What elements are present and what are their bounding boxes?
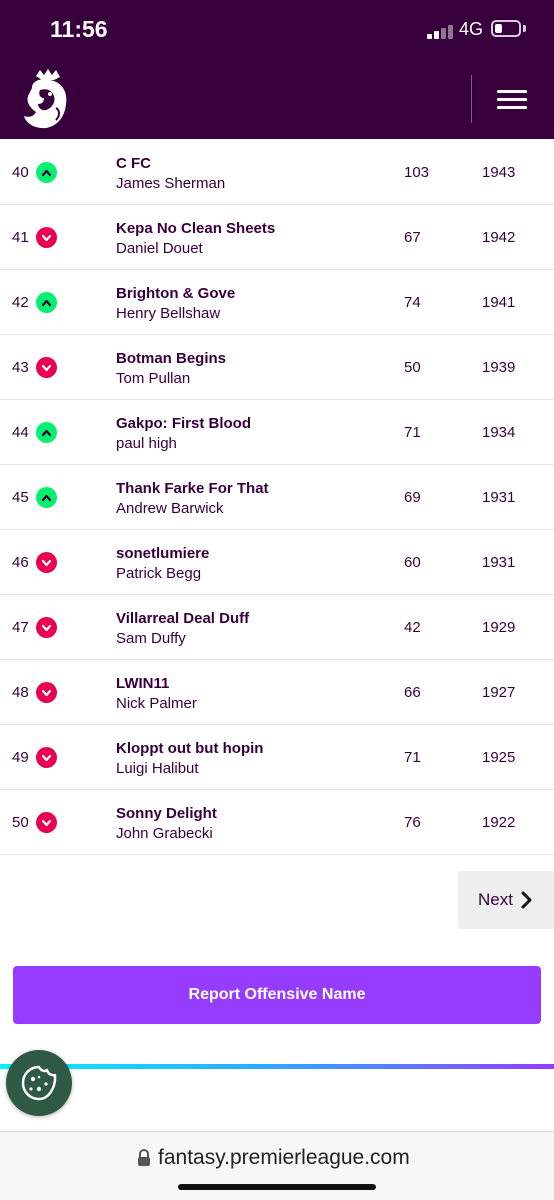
- team-name[interactable]: Thank Farke For That: [116, 480, 269, 497]
- total-points: 1942: [482, 229, 516, 246]
- team-name[interactable]: LWIN11: [116, 675, 169, 692]
- gameweek-points: 69: [404, 489, 421, 506]
- table-row[interactable]: 47 Villarreal Deal Duff Sam Duffy 42 1929: [0, 595, 554, 660]
- total-points: 1929: [482, 619, 516, 636]
- app-header: [0, 62, 554, 139]
- total-points: 1931: [482, 554, 516, 571]
- rank-up-icon: [36, 487, 57, 508]
- manager-name: Andrew Barwick: [116, 500, 224, 517]
- rank-up-icon: [36, 162, 57, 183]
- rank-down-icon: [36, 812, 57, 833]
- url-text[interactable]: fantasy.premierleague.com: [158, 1146, 410, 1170]
- header-divider: [471, 75, 472, 123]
- total-points: 1931: [482, 489, 516, 506]
- rank: 44: [12, 424, 29, 441]
- manager-name: Luigi Halibut: [116, 760, 199, 777]
- total-points: 1939: [482, 359, 516, 376]
- lock-icon: [137, 1148, 151, 1172]
- gameweek-points: 76: [404, 814, 421, 831]
- total-points: 1927: [482, 684, 516, 701]
- table-row[interactable]: 43 Botman Begins Tom Pullan 50 1939: [0, 335, 554, 400]
- table-row[interactable]: 41 Kepa No Clean Sheets Daniel Douet 67 1942: [0, 205, 554, 270]
- table-row[interactable]: 48 LWIN11 Nick Palmer 66 1927: [0, 660, 554, 725]
- team-name[interactable]: C FC: [116, 155, 151, 172]
- cookie-icon: [21, 1065, 57, 1101]
- manager-name: Sam Duffy: [116, 630, 186, 647]
- rank: 49: [12, 749, 29, 766]
- rank: 47: [12, 619, 29, 636]
- report-offensive-name-button[interactable]: Report Offensive Name: [13, 966, 541, 1024]
- total-points: 1925: [482, 749, 516, 766]
- table-row[interactable]: 44 Gakpo: First Blood paul high 71 1934: [0, 400, 554, 465]
- manager-name: Tom Pullan: [116, 370, 191, 387]
- hamburger-menu-icon[interactable]: [494, 86, 530, 114]
- rank-down-icon: [36, 617, 57, 638]
- browser-address-bar[interactable]: fantasy.premierleague.com: [0, 1131, 554, 1200]
- rank-up-icon: [36, 292, 57, 313]
- gameweek-points: 71: [404, 749, 421, 766]
- rank-down-icon: [36, 747, 57, 768]
- gameweek-points: 42: [404, 619, 421, 636]
- team-name[interactable]: Kepa No Clean Sheets: [116, 220, 275, 237]
- manager-name: Daniel Douet: [116, 240, 203, 257]
- rank-down-icon: [36, 227, 57, 248]
- rank: 43: [12, 359, 29, 376]
- gameweek-points: 50: [404, 359, 421, 376]
- battery-level: [495, 24, 502, 33]
- rank-down-icon: [36, 357, 57, 378]
- gameweek-points: 67: [404, 229, 421, 246]
- table-row[interactable]: 42 Brighton & Gove Henry Bellshaw 74 1941: [0, 270, 554, 335]
- total-points: 1941: [482, 294, 516, 311]
- team-name[interactable]: Kloppt out but hopin: [116, 740, 263, 757]
- home-indicator[interactable]: [178, 1184, 376, 1190]
- manager-name: Henry Bellshaw: [116, 305, 221, 322]
- battery-icon: [491, 20, 521, 37]
- rank-up-icon: [36, 422, 57, 443]
- total-points: 1922: [482, 814, 516, 831]
- team-name[interactable]: sonetlumiere: [116, 545, 209, 562]
- table-row[interactable]: 40 C FC James Sherman 103 1943: [0, 140, 554, 205]
- team-name[interactable]: Brighton & Gove: [116, 285, 235, 302]
- gameweek-points: 74: [404, 294, 421, 311]
- rank: 41: [12, 229, 29, 246]
- manager-name: paul high: [116, 435, 177, 452]
- manager-name: Patrick Begg: [116, 565, 202, 582]
- status-time: 11:56: [50, 16, 108, 42]
- total-points: 1943: [482, 164, 516, 181]
- rank-down-icon: [36, 682, 57, 703]
- next-page-button[interactable]: Next: [458, 871, 554, 929]
- status-bar: 11:56 4G: [0, 0, 554, 62]
- gameweek-points: 103: [404, 164, 430, 181]
- premier-league-lion-icon[interactable]: [20, 68, 72, 132]
- signal-strength-icon: [427, 23, 453, 39]
- table-row[interactable]: 49 Kloppt out but hopin Luigi Halibut 71 192…: [0, 725, 554, 790]
- next-label: Next: [478, 890, 513, 909]
- team-name[interactable]: Sonny Delight: [116, 805, 217, 822]
- footer-gradient-divider: [0, 1064, 554, 1069]
- team-name[interactable]: Botman Begins: [116, 350, 226, 367]
- cookie-settings-button[interactable]: [6, 1050, 72, 1116]
- rank: 48: [12, 684, 29, 701]
- rank: 50: [12, 814, 29, 831]
- gameweek-points: 60: [404, 554, 421, 571]
- network-type: 4G: [459, 19, 484, 39]
- team-name[interactable]: Villarreal Deal Duff: [116, 610, 249, 627]
- manager-name: James Sherman: [116, 175, 226, 192]
- team-name[interactable]: Gakpo: First Blood: [116, 415, 251, 432]
- rank: 45: [12, 489, 29, 506]
- manager-name: John Grabecki: [116, 825, 213, 842]
- standings-table: 40 C FC James Sherman 103 1943 41 Kepa No Clea…: [0, 140, 554, 855]
- chevron-right-icon: [521, 891, 533, 914]
- rank: 46: [12, 554, 29, 571]
- table-row[interactable]: 45 Thank Farke For That Andrew Barwick 69 19…: [0, 465, 554, 530]
- table-row[interactable]: 50 Sonny Delight John Grabecki 76 1922: [0, 790, 554, 855]
- manager-name: Nick Palmer: [116, 695, 197, 712]
- total-points: 1934: [482, 424, 516, 441]
- table-row[interactable]: 46 sonetlumiere Patrick Begg 60 1931: [0, 530, 554, 595]
- gameweek-points: 66: [404, 684, 421, 701]
- rank: 42: [12, 294, 29, 311]
- rank: 40: [12, 164, 29, 181]
- rank-down-icon: [36, 552, 57, 573]
- gameweek-points: 71: [404, 424, 421, 441]
